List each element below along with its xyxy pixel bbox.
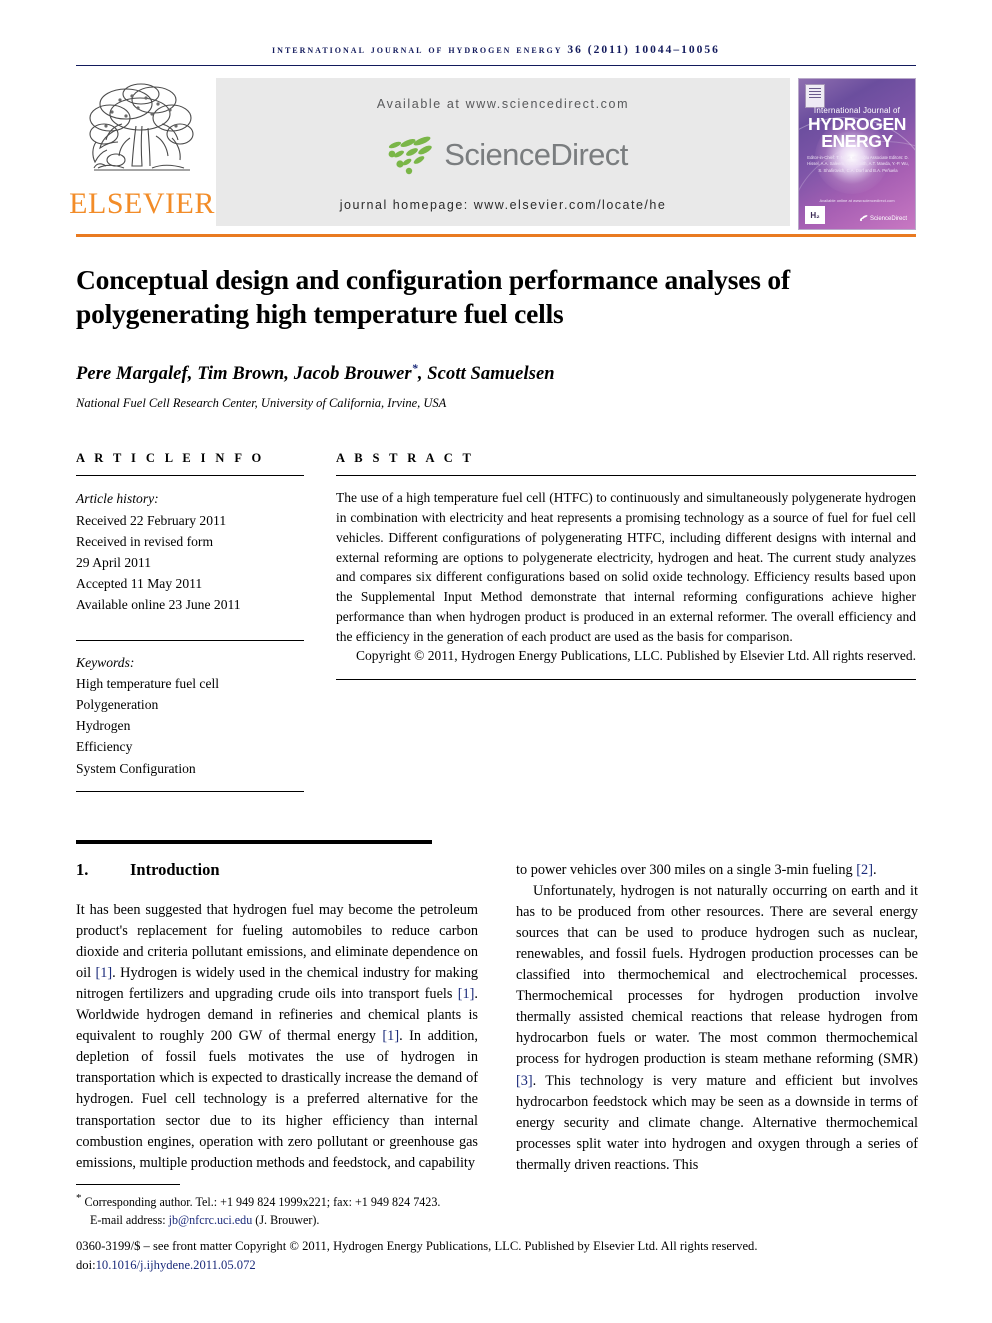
article-info-label: A R T I C L E I N F O bbox=[76, 451, 265, 466]
paragraph-text: Unfortunately, hydrogen is not naturally… bbox=[516, 882, 918, 1068]
cover-sciencedirect-label: ScienceDirect bbox=[869, 215, 907, 222]
cover-leaves-icon bbox=[859, 215, 868, 222]
history-item: Accepted 11 May 2011 bbox=[76, 576, 203, 592]
footnote-rule bbox=[76, 1184, 180, 1185]
sciencedirect-logo[interactable]: ScienceDirect bbox=[378, 135, 628, 175]
cover-h2-mark-icon: H₂ bbox=[805, 206, 825, 224]
author-names-tail: , Scott Samuelsen bbox=[417, 364, 555, 385]
article-page: international journal of hydrogen energy… bbox=[0, 0, 992, 1323]
citation-ref[interactable]: [1] bbox=[95, 965, 112, 981]
body-column-left: 1. Introduction It has been suggested th… bbox=[76, 860, 478, 1176]
history-item: Received in revised form bbox=[76, 533, 214, 549]
paragraph: to power vehicles over 300 miles on a si… bbox=[516, 860, 918, 881]
doi-link[interactable]: 10.1016/j.ijhydene.2011.05.072 bbox=[96, 1258, 256, 1272]
available-at-text: Available at www.sciencedirect.com bbox=[376, 97, 630, 111]
email-note: E-mail address: jb@nfcrc.uci.edu (J. Bro… bbox=[76, 1211, 916, 1229]
cover-elsevier-mark-icon bbox=[805, 84, 825, 108]
paragraph-text: . In addition, depletion of fossil fuels… bbox=[76, 1028, 478, 1171]
section-heading-introduction: 1. Introduction bbox=[76, 860, 478, 880]
title-rule bbox=[76, 234, 916, 237]
sciencedirect-leaves-icon bbox=[388, 136, 433, 174]
elsevier-tree-icon bbox=[89, 83, 194, 171]
sciencedirect-banner: Available at www.sciencedirect.com Scien… bbox=[216, 78, 790, 226]
history-item: Received 22 February 2011 bbox=[76, 512, 227, 528]
page-title: Conceptual design and configuration perf… bbox=[76, 264, 790, 330]
article-info-column: A R T I C L E I N F O Article history: R… bbox=[76, 451, 304, 792]
keyword-item: Polygeneration bbox=[76, 696, 159, 712]
info-abstract-region: A R T I C L E I N F O Article history: R… bbox=[76, 451, 916, 792]
keywords-divider bbox=[76, 639, 304, 641]
article-info-rule bbox=[76, 475, 304, 477]
journal-homepage-link[interactable]: journal homepage: www.elsevier.com/locat… bbox=[340, 198, 667, 212]
citation-ref[interactable]: [1] bbox=[458, 986, 475, 1002]
section-title: Introduction bbox=[130, 859, 220, 879]
history-item: 29 April 2011 bbox=[76, 554, 152, 570]
section-number: 1. bbox=[76, 859, 89, 879]
email-suffix: (J. Brouwer). bbox=[252, 1213, 320, 1228]
corresponding-author-text: Corresponding author. Tel.: +1 949 824 1… bbox=[84, 1195, 441, 1210]
body-column-right: to power vehicles over 300 miles on a si… bbox=[516, 860, 918, 1176]
body-section-rule bbox=[76, 839, 432, 844]
keyword-item: Efficiency bbox=[76, 739, 133, 755]
article-history: Article history: Received 22 February 20… bbox=[76, 488, 304, 615]
footnotes-region: * Corresponding author. Tel.: +1 949 824… bbox=[76, 1184, 916, 1276]
paragraph-text: . Hydrogen is widely used in the chemica… bbox=[76, 965, 478, 1003]
citation-ref[interactable]: [2] bbox=[856, 862, 873, 878]
cover-availability: Available online at www.sciencedirect.co… bbox=[819, 198, 895, 203]
paragraph: Unfortunately, hydrogen is not naturally… bbox=[516, 881, 918, 1176]
affiliation: National Fuel Cell Research Center, Univ… bbox=[76, 396, 447, 411]
citation-ref[interactable]: [3] bbox=[516, 1073, 533, 1089]
keywords-label: Keywords: bbox=[76, 654, 135, 670]
abstract-text: The use of a high temperature fuel cell … bbox=[336, 490, 916, 644]
body-columns: 1. Introduction It has been suggested th… bbox=[76, 860, 918, 1176]
corresponding-author-note: * Corresponding author. Tel.: +1 949 824… bbox=[76, 1190, 916, 1211]
elsevier-logo: ELSEVIER bbox=[69, 74, 214, 230]
keywords-group: Keywords: High temperature fuel cell Pol… bbox=[76, 652, 304, 779]
abstract-copyright: Copyright © 2011, Hydrogen Energy Public… bbox=[356, 648, 916, 664]
keyword-item: Hydrogen bbox=[76, 718, 131, 734]
article-history-label: Article history: bbox=[76, 491, 159, 507]
cover-sciencedirect-mark: ScienceDirect bbox=[859, 215, 907, 222]
keyword-item: High temperature fuel cell bbox=[76, 675, 220, 691]
paragraph-text: . This technology is very mature and eff… bbox=[516, 1072, 918, 1173]
journal-cover-block: International Journal of HYDROGEN ENERGY… bbox=[796, 74, 916, 230]
paragraph: It has been suggested that hydrogen fuel… bbox=[76, 900, 478, 1174]
keyword-item: System Configuration bbox=[76, 760, 196, 776]
email-link[interactable]: jb@nfcrc.uci.edu bbox=[169, 1213, 253, 1227]
cover-title-big: HYDROGEN ENERGY bbox=[799, 115, 915, 152]
author-list: Pere Margalef, Tim Brown, Jacob Brouwer*… bbox=[76, 361, 916, 385]
author-names: Pere Margalef, Tim Brown, Jacob Brouwer bbox=[76, 364, 412, 385]
corresponding-marker: * bbox=[76, 1192, 82, 1204]
abstract-column: A B S T R A C T The use of a high temper… bbox=[336, 451, 916, 791]
elsevier-wordmark: ELSEVIER bbox=[69, 187, 215, 220]
citation-ref[interactable]: [1] bbox=[382, 1028, 399, 1044]
paragraph-text: to power vehicles over 300 miles on a si… bbox=[516, 861, 857, 878]
history-item: Available online 23 June 2011 bbox=[76, 597, 241, 613]
doi-prefix: doi: bbox=[76, 1258, 96, 1273]
running-head-rule bbox=[76, 65, 916, 66]
masthead: ELSEVIER Available at www.sciencedirect.… bbox=[69, 74, 916, 230]
cover-title-line2: ENERGY bbox=[821, 131, 893, 152]
running-head: international journal of hydrogen energy… bbox=[272, 44, 720, 56]
email-label: E-mail address: bbox=[90, 1213, 169, 1228]
abstract-label: A B S T R A C T bbox=[336, 451, 475, 466]
front-matter-copyright: 0360-3199/$ – see front matter Copyright… bbox=[76, 1239, 758, 1254]
article-info-bottom-rule bbox=[76, 790, 304, 792]
journal-cover-image: International Journal of HYDROGEN ENERGY… bbox=[798, 78, 916, 230]
abstract-rule bbox=[336, 475, 916, 477]
cover-editors: Editor-in-Chief: T. Nejat Veziroğlu Asso… bbox=[807, 155, 909, 173]
sciencedirect-wordmark: ScienceDirect bbox=[444, 137, 628, 172]
paragraph-text: . bbox=[872, 861, 877, 878]
doi-line: doi:10.1016/j.ijhydene.2011.05.072 bbox=[76, 1256, 916, 1275]
abstract-bottom-rule bbox=[336, 679, 916, 681]
